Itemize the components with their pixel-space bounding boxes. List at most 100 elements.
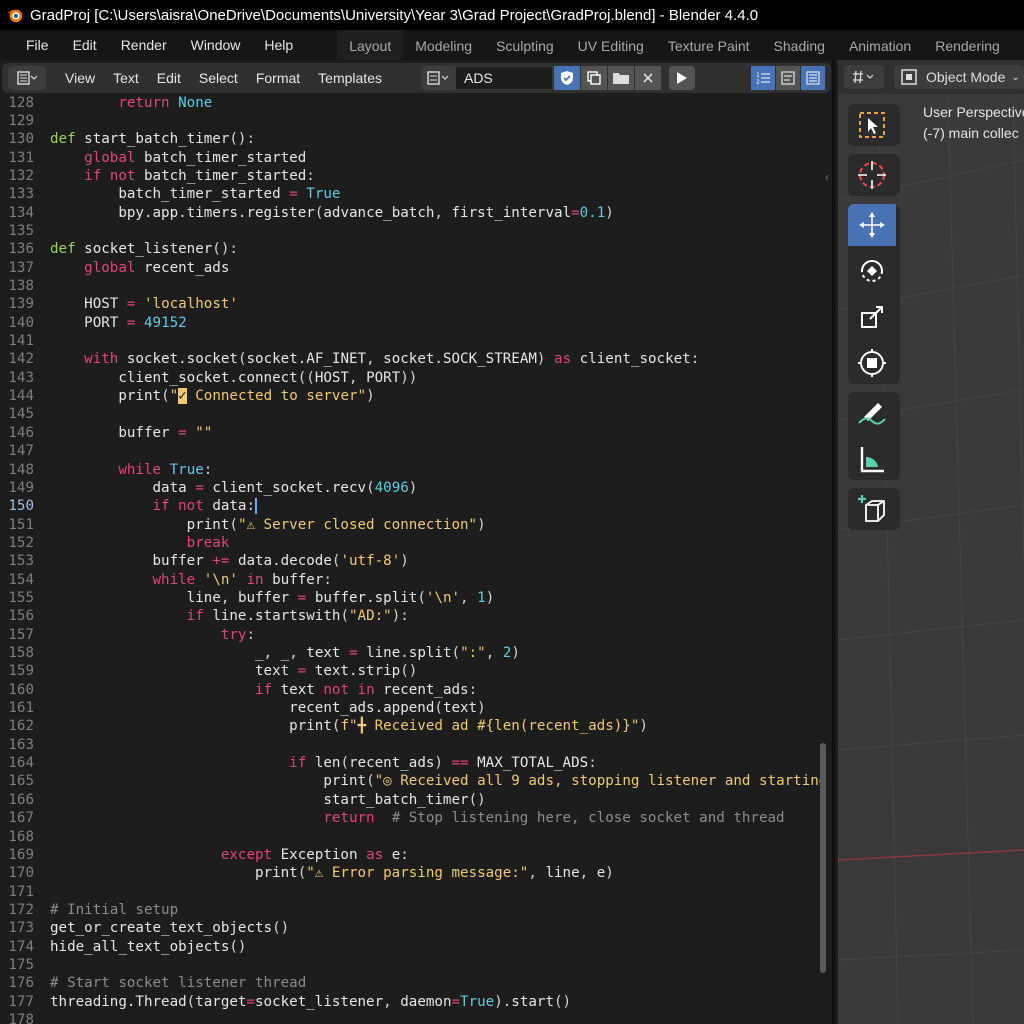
- code-line[interactable]: 169 except Exception as e:: [0, 846, 830, 864]
- cursor-tool[interactable]: [848, 154, 896, 196]
- menu-render[interactable]: Render: [109, 37, 179, 53]
- code-line[interactable]: 171: [0, 883, 830, 901]
- select-box-tool[interactable]: [848, 104, 896, 146]
- code-line[interactable]: 133 batch_timer_started = True: [0, 185, 830, 203]
- code-line[interactable]: 150 if not data:: [0, 497, 830, 515]
- code-area[interactable]: 128 return None 129 130 def start_batch_tim…: [0, 93, 830, 1024]
- code-line[interactable]: 177 threading.Thread(target=socket_listen…: [0, 993, 830, 1011]
- code-line[interactable]: 145: [0, 405, 830, 423]
- menu-window[interactable]: Window: [179, 37, 253, 53]
- code-line[interactable]: 151 print("⚠ Server closed connection"): [0, 516, 830, 534]
- code-line[interactable]: 141: [0, 332, 830, 350]
- tab-rendering[interactable]: Rendering: [923, 30, 1012, 60]
- syntax-highlight-toggle[interactable]: [801, 66, 825, 90]
- code-line[interactable]: 143 client_socket.connect((HOST, PORT)): [0, 369, 830, 387]
- menu-help[interactable]: Help: [252, 37, 305, 53]
- tab-texture-paint[interactable]: Texture Paint: [656, 30, 762, 60]
- browse-text-button[interactable]: [420, 66, 455, 90]
- select-box-icon: [859, 112, 885, 138]
- 3d-viewport[interactable]: Object Mode ⌄ User Perspective (-7) main…: [838, 60, 1024, 1024]
- code-line[interactable]: 134 bpy.app.timers.register(advance_batc…: [0, 204, 830, 222]
- tab-layout[interactable]: Layout: [337, 30, 404, 60]
- line-number: 138: [8, 278, 34, 294]
- code-line[interactable]: 132 if not batch_timer_started:: [0, 167, 830, 185]
- code-line[interactable]: 159 text = text.strip(): [0, 662, 830, 680]
- object-mode-dropdown[interactable]: Object Mode ⌄: [894, 65, 1024, 89]
- code-line[interactable]: 164 if len(recent_ads) == MAX_TOTAL_ADS:: [0, 754, 830, 772]
- text-name-field[interactable]: ADS: [454, 66, 553, 90]
- code-line[interactable]: 138: [0, 277, 830, 295]
- code-line[interactable]: 146 buffer = "": [0, 424, 830, 442]
- annotate-tool[interactable]: [848, 392, 896, 434]
- code-line[interactable]: 136 def socket_listener():: [0, 240, 830, 258]
- editor-type-3d-selector[interactable]: [844, 65, 884, 89]
- code-line[interactable]: 128 return None: [0, 94, 830, 112]
- code-line[interactable]: 163: [0, 736, 830, 754]
- word-wrap-toggle[interactable]: [776, 66, 800, 90]
- transform-tool[interactable]: [848, 342, 896, 384]
- menu-templates[interactable]: Templates: [309, 70, 391, 86]
- code-line[interactable]: 174 hide_all_text_objects(): [0, 938, 830, 956]
- code-line[interactable]: 131 global batch_timer_started: [0, 149, 830, 167]
- tab-compositing[interactable]: Comp: [1012, 30, 1024, 60]
- code-line[interactable]: 153 buffer += data.decode('utf-8'): [0, 552, 830, 570]
- menu-edit-text[interactable]: Edit: [148, 70, 190, 86]
- run-script-button[interactable]: [668, 66, 695, 90]
- code-line[interactable]: 167 return # Stop listening here, close …: [0, 809, 830, 827]
- move-tool[interactable]: [848, 204, 896, 246]
- menu-text[interactable]: Text: [104, 70, 148, 86]
- code-line[interactable]: 140 PORT = 49152: [0, 314, 830, 332]
- code-line[interactable]: 161 recent_ads.append(text): [0, 699, 830, 717]
- code-line[interactable]: 158 _, _, text = line.split(":", 2): [0, 644, 830, 662]
- code-line[interactable]: 170 print("⚠ Error parsing message:", li…: [0, 864, 830, 882]
- menu-format[interactable]: Format: [247, 70, 309, 86]
- code-scrollbar[interactable]: [820, 743, 826, 973]
- code-line[interactable]: 168: [0, 828, 830, 846]
- tab-modeling[interactable]: Modeling: [403, 30, 484, 60]
- open-text-button[interactable]: [607, 66, 634, 90]
- scale-tool[interactable]: [848, 296, 896, 338]
- code-line[interactable]: 156 if line.startswith("AD:"):: [0, 607, 830, 625]
- code-line[interactable]: 137 global recent_ads: [0, 259, 830, 277]
- measure-tool[interactable]: [848, 438, 896, 480]
- code-line[interactable]: 175: [0, 956, 830, 974]
- code-line[interactable]: 173 get_or_create_text_objects(): [0, 919, 830, 937]
- code-line[interactable]: 130 def start_batch_timer():: [0, 130, 830, 148]
- code-line[interactable]: 172 # Initial setup: [0, 901, 830, 919]
- code-line[interactable]: 162 print(f"╋ Received ad #{len(recent_a…: [0, 717, 830, 735]
- fake-user-button[interactable]: [553, 66, 580, 90]
- code-line[interactable]: 166 start_batch_timer(): [0, 791, 830, 809]
- code-line[interactable]: 165 print("◎ Received all 9 ads, stoppin…: [0, 772, 830, 790]
- code-line[interactable]: 160 if text not in recent_ads:: [0, 681, 830, 699]
- code-line[interactable]: 135: [0, 222, 830, 240]
- tab-shading[interactable]: Shading: [762, 30, 837, 60]
- line-numbers-toggle[interactable]: 12: [751, 66, 775, 90]
- menu-edit[interactable]: Edit: [61, 37, 109, 53]
- code-line[interactable]: 139 HOST = 'localhost': [0, 295, 830, 313]
- code-line[interactable]: 129: [0, 112, 830, 130]
- code-line[interactable]: 152 break: [0, 534, 830, 552]
- rotate-tool[interactable]: [848, 250, 896, 292]
- code-line[interactable]: 157 try:: [0, 626, 830, 644]
- code-line[interactable]: 142 with socket.socket(socket.AF_INET, s…: [0, 350, 830, 368]
- code-line[interactable]: 147: [0, 442, 830, 460]
- tab-uv-editing[interactable]: UV Editing: [566, 30, 656, 60]
- code-line[interactable]: 176 # Start socket listener thread: [0, 974, 830, 992]
- add-cube-tool[interactable]: [848, 488, 896, 530]
- duplicate-text-button[interactable]: [580, 66, 607, 90]
- code-line[interactable]: 155 line, buffer = buffer.split('\n', 1): [0, 589, 830, 607]
- menu-view[interactable]: View: [56, 70, 104, 86]
- line-number: 134: [8, 204, 34, 221]
- sidebar-toggle-icon[interactable]: ‹: [825, 170, 829, 184]
- menu-file[interactable]: File: [14, 37, 61, 53]
- tab-sculpting[interactable]: Sculpting: [484, 30, 566, 60]
- menu-select[interactable]: Select: [190, 70, 247, 86]
- code-line[interactable]: 178: [0, 1011, 830, 1024]
- unlink-text-button[interactable]: [634, 66, 661, 90]
- code-line[interactable]: 148 while True:: [0, 461, 830, 479]
- code-line[interactable]: 154 while '\n' in buffer:: [0, 571, 830, 589]
- editor-type-selector[interactable]: [8, 66, 46, 90]
- code-line[interactable]: 144 print("✓ Connected to server"): [0, 387, 830, 405]
- code-line[interactable]: 149 data = client_socket.recv(4096): [0, 479, 830, 497]
- tab-animation[interactable]: Animation: [837, 30, 923, 60]
